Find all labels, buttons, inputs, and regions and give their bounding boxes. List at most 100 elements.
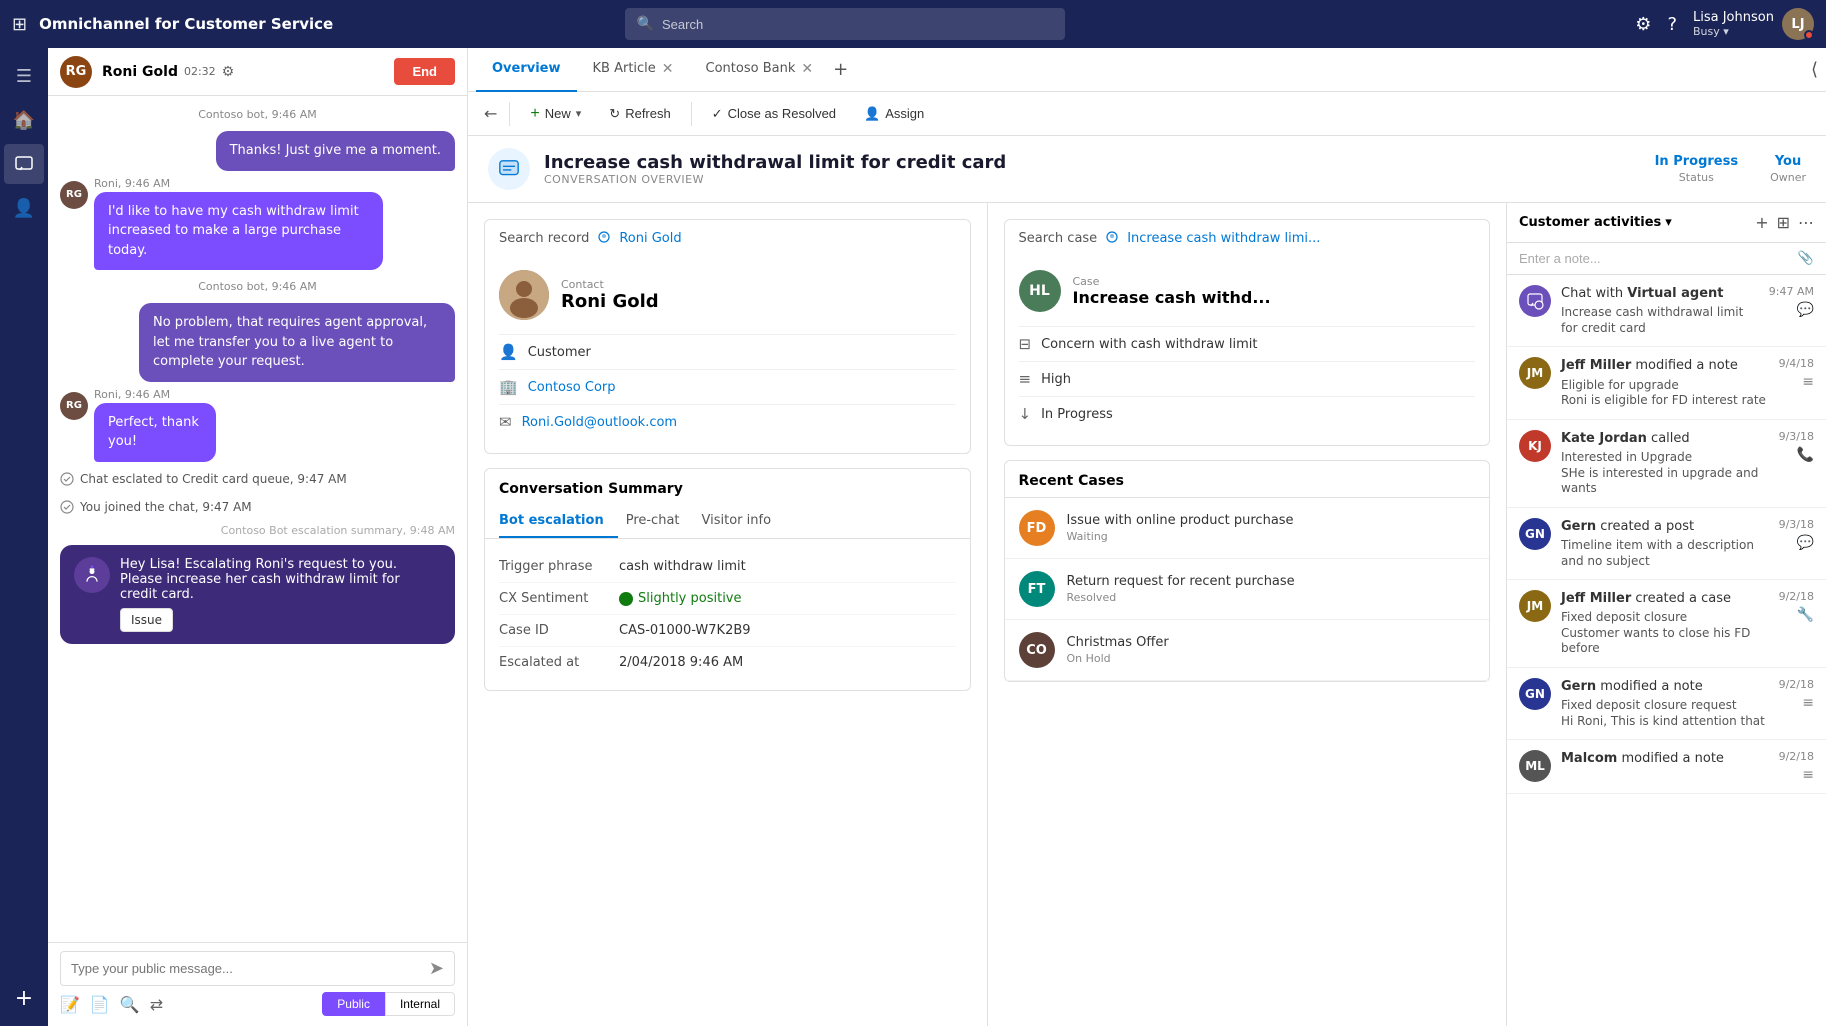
chat-icon-template[interactable]: 📄 bbox=[90, 995, 110, 1014]
summary-tab-bot[interactable]: Bot escalation bbox=[499, 505, 618, 538]
tab-add-button[interactable]: + bbox=[833, 59, 848, 80]
ca-item-2[interactable]: JM Jeff Miller modified a note Eligible … bbox=[1507, 347, 1826, 419]
msg-time-3: Contoso bot, 9:46 AM bbox=[60, 280, 455, 293]
tab-kb-label: KB Article bbox=[593, 61, 656, 76]
ca-item-time-4: 9/3/18 bbox=[1779, 518, 1814, 531]
ca-more-icon[interactable]: ⋯ bbox=[1798, 213, 1814, 232]
sentiment-dot bbox=[619, 592, 633, 606]
tab-kb-close-icon[interactable]: ✕ bbox=[662, 62, 674, 76]
ca-note-input[interactable] bbox=[1519, 251, 1798, 266]
msg-sender-4: Roni, 9:46 AM bbox=[94, 388, 246, 401]
conv-icon bbox=[488, 148, 530, 190]
recent-case-1[interactable]: FD Issue with online product purchase Wa… bbox=[1005, 498, 1490, 559]
case-top: HL Case Increase cash withd... bbox=[1019, 270, 1476, 312]
msg-time-1: Contoso bot, 9:46 AM bbox=[60, 108, 455, 121]
top-nav-right: ⚙ ? Lisa Johnson Busy ▾ LJ bbox=[1635, 8, 1814, 40]
ca-item-meta-7: 9/2/18 ≡ bbox=[1779, 750, 1814, 783]
sidebar-icon-add[interactable]: + bbox=[4, 978, 44, 1018]
ca-filter-icon[interactable]: ⊞ bbox=[1777, 213, 1790, 232]
back-button[interactable]: ← bbox=[484, 104, 497, 123]
search-record-label: Search record bbox=[499, 231, 589, 246]
ca-item-content-4: Gern created a post Timeline item with a… bbox=[1561, 518, 1769, 569]
recent-avatar-2: FT bbox=[1019, 571, 1055, 607]
search-bar[interactable]: 🔍 bbox=[625, 8, 1065, 40]
contact-company-link[interactable]: Contoso Corp bbox=[528, 380, 616, 395]
msg-sender-2: Roni, 9:46 AM bbox=[94, 177, 455, 190]
sidebar-icon-menu[interactable]: ☰ bbox=[4, 56, 44, 96]
ca-item-case-icon: 🔧 bbox=[1797, 607, 1814, 623]
user-avatar: LJ bbox=[1782, 8, 1814, 40]
tab-contoso-bank[interactable]: Contoso Bank ✕ bbox=[690, 48, 830, 92]
tab-kb-article[interactable]: KB Article ✕ bbox=[577, 48, 690, 92]
msg-bubble-3: No problem, that requires agent approval… bbox=[139, 303, 455, 382]
ca-title-caret[interactable]: ▾ bbox=[1665, 215, 1672, 230]
ca-item-post-icon: 💬 bbox=[1797, 535, 1814, 551]
ca-item-meta-1: 9:47 AM 💬 bbox=[1769, 285, 1814, 336]
search-record-link[interactable]: Roni Gold bbox=[597, 230, 681, 246]
mode-internal-button[interactable]: Internal bbox=[385, 992, 455, 1016]
user-status: Busy ▾ bbox=[1693, 25, 1774, 38]
chat-icon-search[interactable]: 🔍 bbox=[120, 995, 140, 1014]
esc-time: Contoso Bot escalation summary, 9:48 AM bbox=[60, 524, 455, 537]
send-button[interactable]: ➤ bbox=[429, 958, 444, 979]
tab-contoso-close-icon[interactable]: ✕ bbox=[801, 62, 813, 76]
ca-item-time-3: 9/3/18 bbox=[1779, 430, 1814, 443]
ca-note-input-area[interactable]: 📎 bbox=[1507, 243, 1826, 275]
chat-message-input[interactable] bbox=[71, 961, 421, 976]
ca-item-4[interactable]: GN Gern created a post Timeline item wit… bbox=[1507, 508, 1826, 580]
ca-item-content-3: Kate Jordan called Interested in Upgrade… bbox=[1561, 430, 1769, 497]
ca-item-1[interactable]: Chat with Virtual agent Increase cash wi… bbox=[1507, 275, 1826, 347]
help-icon[interactable]: ? bbox=[1667, 14, 1677, 35]
ca-item-7[interactable]: ML Malcom modified a note 9/2/18 ≡ bbox=[1507, 740, 1826, 794]
ca-avatar-1 bbox=[1519, 285, 1551, 317]
tab-expand-icon[interactable]: ⟨ bbox=[1811, 59, 1818, 80]
new-button[interactable]: + New ▾ bbox=[518, 99, 593, 129]
contact-email-link[interactable]: Roni.Gold@outlook.com bbox=[522, 415, 678, 430]
tab-bar: Overview KB Article ✕ Contoso Bank ✕ + ⟨ bbox=[468, 48, 1826, 92]
conv-owner-value: You bbox=[1770, 154, 1806, 169]
recent-case-2[interactable]: FT Return request for recent purchase Re… bbox=[1005, 559, 1490, 620]
refresh-button[interactable]: ↻ Refresh bbox=[597, 100, 682, 128]
chat-icon-note[interactable]: 📝 bbox=[60, 995, 80, 1014]
ca-avatar-3: KJ bbox=[1519, 430, 1551, 462]
sidebar-icon-home[interactable]: 🏠 bbox=[4, 100, 44, 140]
ca-add-icon[interactable]: + bbox=[1755, 213, 1768, 232]
search-input[interactable] bbox=[662, 17, 1053, 32]
user-avatar-4: RG bbox=[60, 392, 88, 420]
chat-icon-transfer[interactable]: ⇄ bbox=[150, 995, 163, 1014]
summary-tab-prechat[interactable]: Pre-chat bbox=[626, 505, 694, 538]
recent-item-status-2: Resolved bbox=[1067, 591, 1295, 604]
ca-attach-icon[interactable]: 📎 bbox=[1798, 251, 1814, 266]
tab-overview-label: Overview bbox=[492, 61, 561, 76]
assign-button[interactable]: 👤 Assign bbox=[852, 100, 936, 128]
chat-header-settings-icon[interactable]: ⚙ bbox=[222, 64, 235, 80]
chat-bottom-icons: 📝 📄 🔍 ⇄ bbox=[60, 995, 163, 1014]
grid-icon[interactable]: ⊞ bbox=[12, 14, 27, 35]
chat-input-row[interactable]: ➤ bbox=[60, 951, 455, 986]
recent-case-3[interactable]: CO Christmas Offer On Hold bbox=[1005, 620, 1490, 681]
ca-item-content-7: Malcom modified a note bbox=[1561, 750, 1769, 783]
ca-header-icons: + ⊞ ⋯ bbox=[1755, 213, 1814, 232]
ca-avatar-5: JM bbox=[1519, 590, 1551, 622]
user-info[interactable]: Lisa Johnson Busy ▾ LJ bbox=[1693, 8, 1814, 40]
close-resolved-button[interactable]: ✓ Close as Resolved bbox=[700, 100, 848, 128]
system-event-1: Chat esclated to Credit card queue, 9:47… bbox=[60, 468, 455, 490]
summary-tab-visitor[interactable]: Visitor info bbox=[702, 505, 786, 538]
ca-item-3[interactable]: KJ Kate Jordan called Interested in Upgr… bbox=[1507, 420, 1826, 508]
search-case-link[interactable]: Increase cash withdraw limi... bbox=[1105, 230, 1320, 246]
settings-icon[interactable]: ⚙ bbox=[1635, 14, 1651, 35]
ca-item-6[interactable]: GN Gern modified a note Fixed deposit cl… bbox=[1507, 668, 1826, 740]
case-name: Increase cash withd... bbox=[1073, 288, 1271, 307]
mode-public-button[interactable]: Public bbox=[322, 992, 385, 1016]
sidebar-icon-chat[interactable] bbox=[4, 144, 44, 184]
recent-item-name-1: Issue with online product purchase bbox=[1067, 513, 1294, 528]
ca-title: Customer activities ▾ bbox=[1519, 215, 1672, 230]
tab-overview[interactable]: Overview bbox=[476, 48, 577, 92]
end-button[interactable]: End bbox=[394, 58, 455, 85]
chat-bottom-bar: 📝 📄 🔍 ⇄ Public Internal bbox=[60, 986, 455, 1018]
ca-item-5[interactable]: JM Jeff Miller created a case Fixed depo… bbox=[1507, 580, 1826, 668]
case-info: Case Increase cash withd... bbox=[1073, 275, 1271, 307]
sidebar-icon-person[interactable]: 👤 bbox=[4, 188, 44, 228]
ca-item-title-6: Gern modified a note bbox=[1561, 678, 1769, 696]
conv-header: Increase cash withdrawal limit for credi… bbox=[468, 136, 1826, 203]
